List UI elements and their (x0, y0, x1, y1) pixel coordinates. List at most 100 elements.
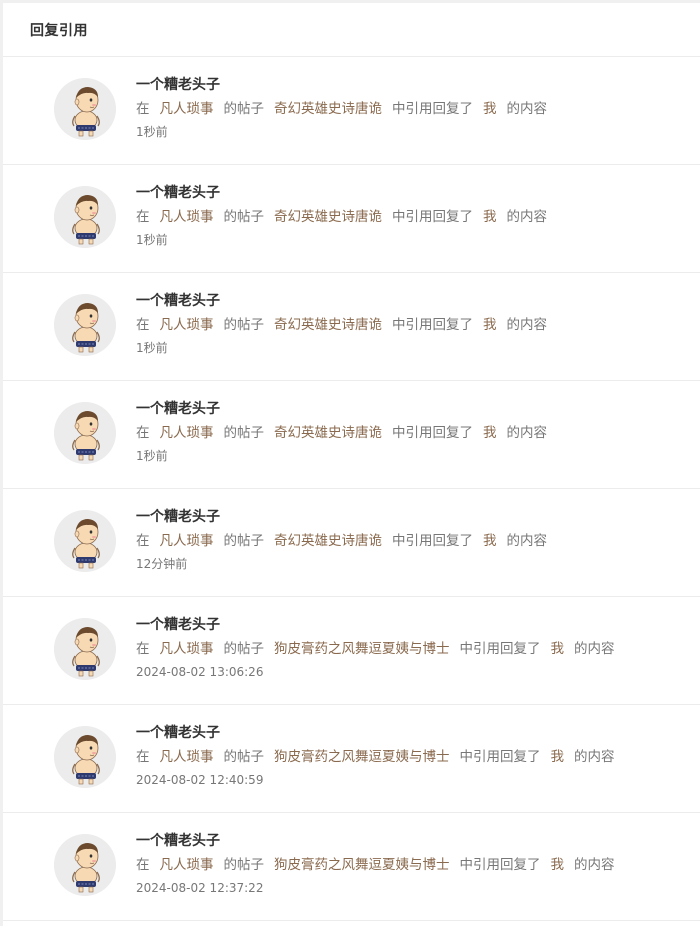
label-post-of: 的帖子 (223, 533, 265, 549)
label-quoted-reply: 中引用回复了 (392, 425, 473, 441)
timestamp: 1秒前 (136, 341, 168, 355)
user-name[interactable]: 一个糟老头子 (136, 183, 690, 203)
cartoon-boy-avatar-icon (54, 186, 116, 248)
forum-link[interactable]: 凡人琐事 (160, 317, 214, 333)
label-content-of: 的内容 (506, 209, 548, 225)
label-post-of: 的帖子 (223, 641, 265, 657)
item-body: 一个糟老头子 在凡人琐事 的帖子 狗皮膏药之风舞逗夏姨与博士 中引用回复了我的内容 2… (136, 831, 690, 896)
reply-description: 在凡人琐事 的帖子 奇幻英雄史诗唐诡 中引用回复了我的内容 (136, 424, 690, 442)
label-in: 在 (136, 425, 150, 441)
notification-panel: 回复引用 一个糟老头子 在 凡人琐事 的帖子 奇幻英雄史诗唐诡 中引用回复了 我… (3, 3, 700, 926)
target-user-link[interactable]: 我 (483, 317, 497, 333)
label-in: 在 (136, 101, 150, 117)
target-user-link[interactable]: 我 (551, 749, 565, 765)
label-quoted-reply: 中引用回复了 (459, 857, 541, 873)
timestamp: 1秒前 (136, 125, 168, 139)
item-body: 一个糟老头子 在凡人琐事 的帖子 奇幻英雄史诗唐诡 中引用回复了我的内容 12分钟前 (136, 507, 690, 572)
user-name[interactable]: 一个糟老头子 (136, 831, 690, 851)
list-item: 一个糟老头子 在凡人琐事 的帖子 奇幻英雄史诗唐诡 中引用回复了我的内容 1秒前 (3, 273, 700, 381)
timestamp: 2024-08-02 12:37:22 (136, 881, 264, 895)
label-in: 在 (136, 317, 150, 333)
avatar[interactable] (54, 834, 116, 896)
label-content-of: 的内容 (574, 641, 615, 657)
user-name[interactable]: 一个糟老头子 (136, 399, 690, 419)
reply-description: 在凡人琐事 的帖子 奇幻英雄史诗唐诡 中引用回复了我的内容 (136, 532, 690, 550)
forum-link[interactable]: 凡人琐事 (160, 101, 214, 117)
timestamp: 2024-08-02 12:40:59 (136, 773, 264, 787)
label-quoted-reply: 中引用回复了 (392, 101, 473, 117)
label-content-of: 的内容 (574, 857, 615, 873)
label-post-of: 的帖子 (223, 749, 265, 765)
label-post-of: 的帖子 (223, 857, 265, 873)
thread-link[interactable]: 狗皮膏药之风舞逗夏姨与博士 (274, 857, 450, 873)
avatar[interactable] (54, 726, 116, 788)
label-post-of: 的帖子 (223, 425, 265, 441)
cartoon-boy-avatar-icon (54, 618, 116, 680)
user-name[interactable]: 一个糟老头子 (136, 615, 690, 635)
item-body: 一个糟老头子 在凡人琐事 的帖子 狗皮膏药之风舞逗夏姨与博士 中引用回复了我的内容 2… (136, 723, 690, 788)
label-post-of: 的帖子 (223, 317, 265, 333)
cartoon-boy-avatar-icon (54, 726, 116, 788)
user-name[interactable]: 一个糟老头子 (136, 291, 690, 311)
label-in: 在 (136, 641, 150, 657)
list-item: 一个糟老头子 在凡人琐事 的帖子 狗皮膏药之风舞逗夏姨与博士 中引用回复了我的内容 2… (3, 705, 700, 813)
thread-link[interactable]: 狗皮膏药之风舞逗夏姨与博士 (274, 641, 450, 657)
timestamp: 1秒前 (136, 233, 168, 247)
user-name[interactable]: 一个糟老头子 (136, 723, 690, 743)
avatar[interactable] (54, 294, 116, 356)
target-user-link[interactable]: 我 (483, 533, 497, 549)
forum-link[interactable]: 凡人琐事 (160, 209, 214, 225)
label-in: 在 (136, 749, 150, 765)
item-body: 一个糟老头子 在凡人琐事 的帖子 奇幻英雄史诗唐诡 中引用回复了我的内容 1秒前 (136, 75, 690, 140)
avatar[interactable] (54, 186, 116, 248)
forum-link[interactable]: 凡人琐事 (160, 749, 214, 765)
target-user-link[interactable]: 我 (483, 425, 497, 441)
label-quoted-reply: 中引用回复了 (392, 209, 473, 225)
target-user-link[interactable]: 我 (483, 209, 497, 225)
timestamp: 12分钟前 (136, 557, 188, 571)
user-name[interactable]: 一个糟老头子 (136, 75, 690, 95)
forum-link[interactable]: 凡人琐事 (160, 641, 214, 657)
label-post-of: 的帖子 (223, 209, 265, 225)
target-user-link[interactable]: 我 (551, 641, 565, 657)
label-quoted-reply: 中引用回复了 (392, 533, 473, 549)
label-content-of: 的内容 (506, 317, 548, 333)
item-body: 一个糟老头子 在凡人琐事 的帖子 奇幻英雄史诗唐诡 中引用回复了我的内容 1秒前 (136, 399, 690, 464)
thread-link[interactable]: 奇幻英雄史诗唐诡 (274, 317, 382, 333)
label-post-of: 的帖子 (223, 101, 265, 117)
thread-link[interactable]: 奇幻英雄史诗唐诡 (274, 533, 382, 549)
target-user-link[interactable]: 我 (483, 101, 497, 117)
list-item: 一个糟老头子 在凡人琐事 的帖子 奇幻英雄史诗唐诡 中引用回复了我的内容 1秒前 (3, 57, 700, 165)
forum-link[interactable]: 凡人琐事 (160, 533, 214, 549)
item-body: 一个糟老头子 在凡人琐事 的帖子 狗皮膏药之风舞逗夏姨与博士 中引用回复了我的内容 2… (136, 615, 690, 680)
thread-link[interactable]: 奇幻英雄史诗唐诡 (274, 425, 382, 441)
reply-description: 在凡人琐事 的帖子 狗皮膏药之风舞逗夏姨与博士 中引用回复了我的内容 (136, 856, 690, 874)
panel-header: 回复引用 (3, 3, 700, 57)
avatar[interactable] (54, 618, 116, 680)
list-item: 一个糟老头子 在凡人琐事 的帖子 狗皮膏药之风舞逗夏姨与博士 中引用回复了我的内容 2… (3, 597, 700, 705)
thread-link[interactable]: 狗皮膏药之风舞逗夏姨与博士 (274, 749, 450, 765)
timestamp: 1秒前 (136, 449, 168, 463)
reply-description: 在凡人琐事 的帖子 狗皮膏药之风舞逗夏姨与博士 中引用回复了我的内容 (136, 640, 690, 658)
cartoon-boy-avatar-icon (54, 510, 116, 572)
label-content-of: 的内容 (506, 533, 548, 549)
item-body: 一个糟老头子 在凡人琐事 的帖子 奇幻英雄史诗唐诡 中引用回复了我的内容 1秒前 (136, 291, 690, 356)
label-content-of: 的内容 (506, 101, 548, 117)
avatar[interactable] (54, 78, 116, 140)
item-body: 一个糟老头子 在凡人琐事 的帖子 奇幻英雄史诗唐诡 中引用回复了我的内容 1秒前 (136, 183, 690, 248)
list-item: 一个糟老头子 在凡人琐事 的帖子 狗皮膏药之风舞逗夏姨与博士 中引用回复了我的内容 2… (3, 813, 700, 921)
reply-list: 一个糟老头子 在凡人琐事的帖子奇幻英雄史诗唐诡中引用回复了我的内容 1秒前 (3, 57, 700, 921)
forum-link[interactable]: 凡人琐事 (160, 857, 214, 873)
target-user-link[interactable]: 我 (551, 857, 565, 873)
thread-link[interactable]: 奇幻英雄史诗唐诡 (274, 209, 382, 225)
user-name[interactable]: 一个糟老头子 (136, 507, 690, 527)
thread-link[interactable]: 奇幻英雄史诗唐诡 (274, 101, 382, 117)
avatar[interactable] (54, 510, 116, 572)
reply-description: 在凡人琐事 的帖子 奇幻英雄史诗唐诡 中引用回复了我的内容 (136, 316, 690, 334)
reply-description: 在凡人琐事 的帖子 狗皮膏药之风舞逗夏姨与博士 中引用回复了我的内容 (136, 748, 690, 766)
timestamp: 2024-08-02 13:06:26 (136, 665, 264, 679)
avatar[interactable] (54, 402, 116, 464)
label-in: 在 (136, 209, 150, 225)
forum-link[interactable]: 凡人琐事 (160, 425, 214, 441)
label-in: 在 (136, 857, 150, 873)
